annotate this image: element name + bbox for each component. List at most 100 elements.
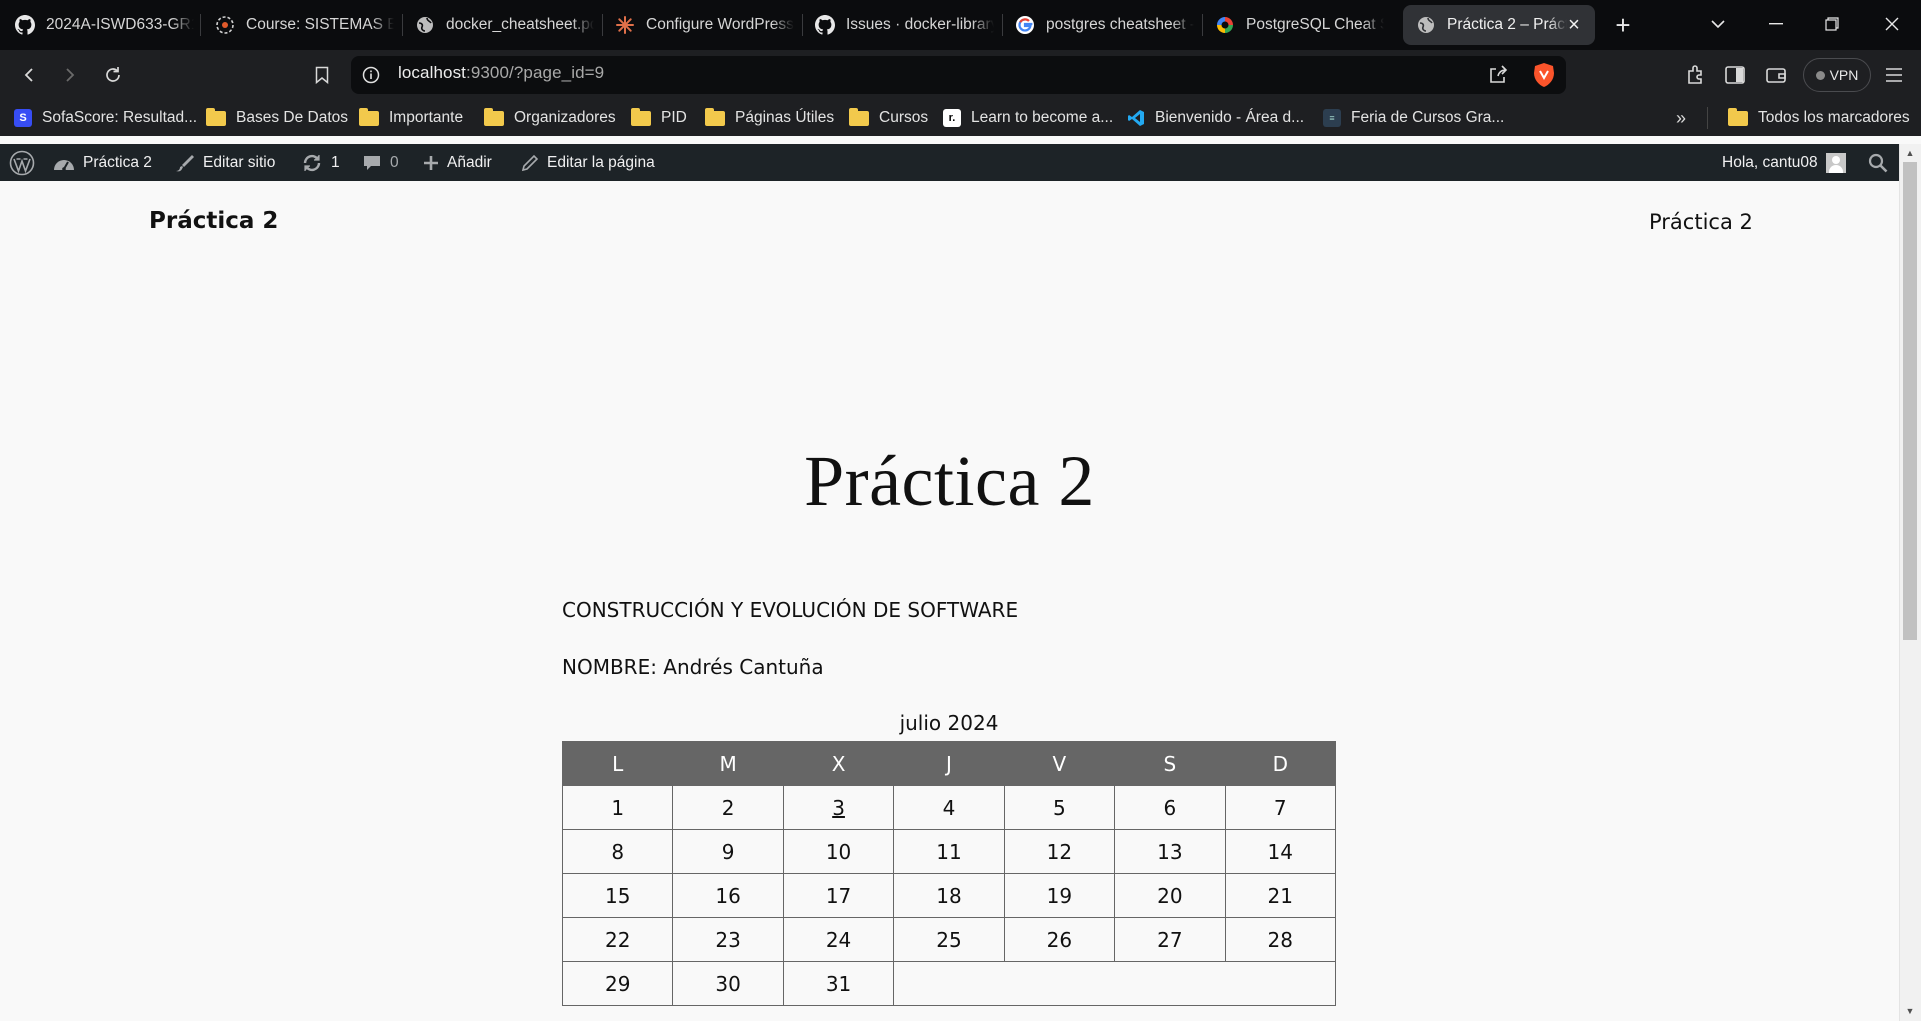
wp-admin-bar: Práctica 2 Editar sitio 1 0 Añadir Edita… (0, 144, 1921, 181)
close-tab-icon[interactable]: × (1563, 14, 1585, 36)
globe-icon (414, 14, 436, 36)
share-icon[interactable] (1487, 64, 1509, 86)
tab-practica-2-active[interactable]: Práctica 2 – Práct × (1403, 5, 1595, 45)
bookmark-cursos[interactable]: Cursos (849, 106, 928, 130)
search-icon[interactable] (1868, 144, 1888, 181)
adminbar-edit-site[interactable]: Editar sitio (173, 144, 275, 181)
calendar-day: 5 (1003, 785, 1116, 830)
bookmark-paginas-utiles[interactable]: Páginas Útiles (705, 106, 834, 130)
adminbar-add-new[interactable]: Añadir (423, 144, 492, 181)
bookmark-sofascore[interactable]: S SofaScore: Resultad... (14, 106, 197, 130)
calendar-day: 2 (672, 785, 784, 830)
calendar-day: 10 (782, 829, 895, 874)
moodle-icon (214, 14, 236, 36)
url-host: localhost (398, 63, 466, 82)
weekday-header: D (1224, 741, 1337, 786)
bookmark-organizadores[interactable]: Organizadores (484, 106, 616, 130)
adminbar-updates-count: 1 (331, 153, 340, 171)
name-paragraph: NOMBRE: Andrés Cantuña (562, 655, 824, 679)
calendar-day: 16 (672, 873, 784, 918)
tab-postgresql-cheat-sheet[interactable]: PostgreSQL Cheat Sh (1214, 5, 1384, 45)
bookmark-label: Feria de Cursos Gra... (1351, 109, 1505, 126)
calendar-day: 19 (1003, 873, 1116, 918)
minimize-window-icon[interactable] (1754, 6, 1798, 42)
calendar-day: 22 (561, 917, 674, 962)
wallet-icon[interactable] (1765, 64, 1787, 86)
calendar-week-row: 29 30 31 (561, 961, 1336, 1006)
tab-label: docker_cheatsheet.pd (446, 16, 594, 33)
weekday-header: M (672, 741, 784, 786)
starburst-icon (614, 14, 636, 36)
close-window-icon[interactable] (1870, 6, 1914, 42)
adminbar-greeting: Hola, cantu08 (1722, 153, 1818, 171)
vpn-button[interactable]: VPN (1803, 58, 1871, 92)
extensions-icon[interactable] (1685, 64, 1707, 86)
weekday-header: X (782, 741, 895, 786)
bookmark-bases-de-datos[interactable]: Bases De Datos (206, 106, 348, 130)
scroll-down-arrow-icon[interactable]: ▼ (1904, 1006, 1916, 1016)
bookmark-pid[interactable]: PID (631, 106, 687, 130)
adminbar-site-name[interactable]: Práctica 2 (53, 144, 152, 181)
adminbar-edit-page[interactable]: Editar la página (521, 144, 655, 181)
bookmark-importante[interactable]: Importante (359, 106, 463, 130)
tab-issues-docker-library[interactable]: Issues · docker-library (814, 5, 994, 45)
brave-shields-icon[interactable] (1532, 62, 1556, 88)
calendar-day: 4 (893, 785, 1005, 830)
bookmark-bienvenido[interactable]: Bienvenido - Área d... (1127, 106, 1304, 130)
bookmark-feria-de-cursos[interactable]: ≡ Feria de Cursos Gra... (1323, 106, 1504, 130)
vpn-label: VPN (1829, 67, 1859, 83)
tab-github-iswd633[interactable]: 2024A-ISWD633-GR1 (14, 5, 194, 45)
weekday-header: V (1003, 741, 1116, 786)
bookmark-learn-to-become[interactable]: r. Learn to become a... (943, 106, 1113, 130)
bookmark-label: Learn to become a... (971, 109, 1114, 126)
scroll-up-arrow-icon[interactable]: ▲ (1904, 148, 1916, 158)
reload-icon[interactable] (98, 60, 128, 90)
scrollbar-thumb[interactable] (1903, 162, 1917, 640)
tab-label: 2024A-ISWD633-GR1 (46, 16, 194, 33)
back-arrow-icon[interactable] (14, 60, 44, 90)
tab-postgres-cheatsheet[interactable]: postgres cheatsheet - (1014, 5, 1194, 45)
weekday-header: S (1114, 741, 1226, 786)
roadmap-icon: r. (943, 109, 961, 127)
github-icon (14, 14, 36, 36)
site-info-icon[interactable] (362, 66, 380, 84)
calendar-week-row: 8 9 10 11 12 13 14 (561, 829, 1337, 874)
calendar-day: 26 (1003, 917, 1116, 962)
restore-window-icon[interactable] (1810, 6, 1854, 42)
folder-icon (849, 107, 869, 126)
colorful-logo-icon (1214, 14, 1236, 36)
folder-icon (631, 107, 651, 126)
adminbar-updates[interactable]: 1 (301, 144, 340, 181)
site-title[interactable]: Práctica 2 (149, 208, 278, 234)
tab-search-chevron-icon[interactable] (1696, 6, 1740, 42)
adminbar-comments-count: 0 (390, 153, 399, 171)
new-tab-button[interactable]: + (1608, 10, 1638, 40)
tab-docker-cheatsheet[interactable]: docker_cheatsheet.pd (414, 5, 594, 45)
folder-icon (705, 107, 725, 126)
calendar-day: 27 (1114, 917, 1226, 962)
adminbar-comments[interactable]: 0 (362, 144, 399, 181)
sofascore-icon: S (14, 109, 32, 127)
calendar-day: 25 (893, 917, 1005, 962)
subject-paragraph: CONSTRUCCIÓN Y EVOLUCIÓN DE SOFTWARE (562, 598, 1019, 622)
site-nav-item[interactable]: Práctica 2 (1649, 210, 1753, 234)
calendar-weekday-row: L M X J V S D (561, 741, 1337, 786)
calendar-day: 18 (893, 873, 1005, 918)
adminbar-account[interactable]: Hola, cantu08 (1722, 144, 1846, 181)
calendar-day-link[interactable]: 3 (782, 785, 895, 830)
tab-label: Configure WordPress (646, 16, 794, 33)
main-menu-icon[interactable] (1884, 66, 1904, 84)
calendar-table: L M X J V S D 1 2 3 4 5 6 7 8 9 10 11 12… (561, 741, 1337, 1006)
tab-configure-wordpress[interactable]: Configure WordPress (614, 5, 794, 45)
bookmark-all-bookmarks[interactable]: Todos los marcadores (1728, 106, 1910, 130)
bookmark-page-icon[interactable] (307, 60, 337, 90)
calendar-day: 31 (782, 961, 895, 1006)
url-path: :9300/?page_id=9 (466, 63, 605, 82)
forward-arrow-icon[interactable] (55, 60, 85, 90)
more-bookmarks-icon[interactable]: » (1671, 108, 1691, 128)
wordpress-logo-icon[interactable] (9, 144, 35, 181)
tab-course-sistemas[interactable]: Course: SISTEMAS EM (214, 5, 394, 45)
bookmark-label: Organizadores (514, 109, 616, 126)
sidebar-toggle-icon[interactable] (1724, 64, 1746, 86)
url-text[interactable]: localhost:9300/?page_id=9 (398, 63, 604, 83)
